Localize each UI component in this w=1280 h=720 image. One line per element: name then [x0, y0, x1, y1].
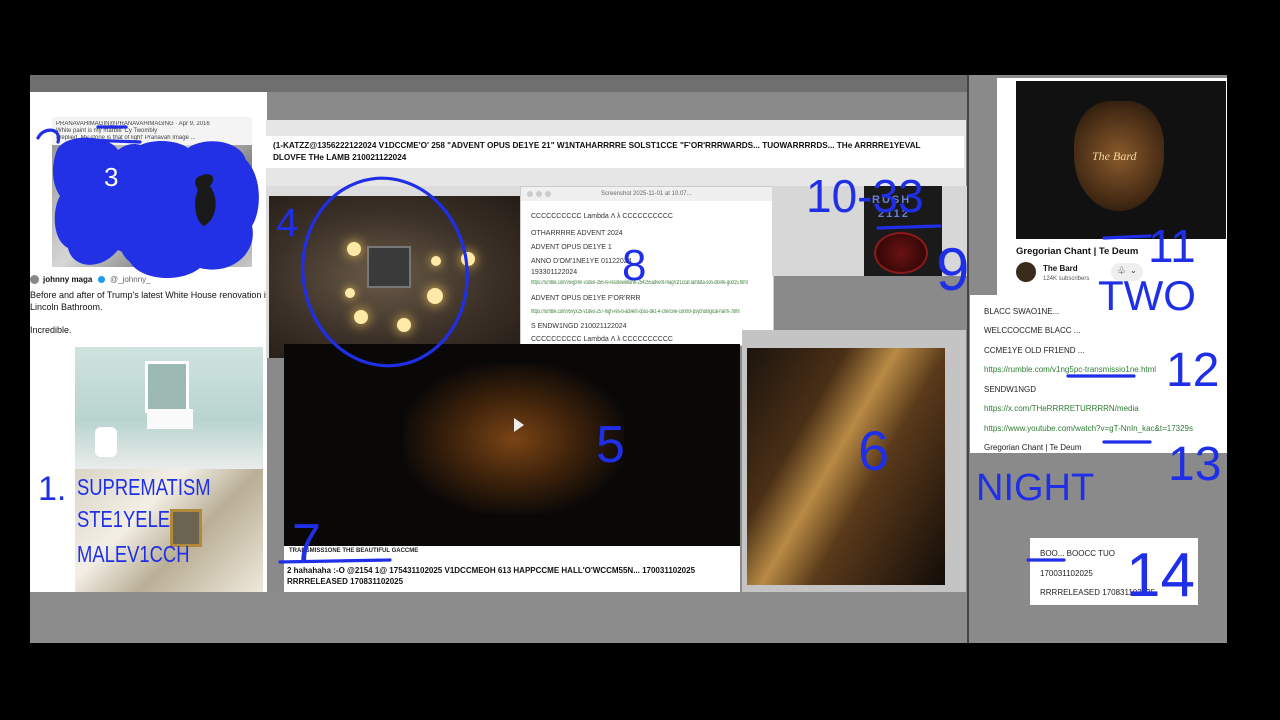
hand-number-12: 12 [1166, 344, 1219, 397]
hand-number-4: 4 [276, 201, 298, 245]
ink-blob-right [115, 140, 259, 279]
ink-line-11 [1102, 234, 1152, 240]
hand-number-13: 13 [1168, 438, 1221, 491]
hand-number-10-33: 10-33 [806, 170, 924, 222]
hand-number-14: 14 [1126, 541, 1195, 610]
ink-line-9 [876, 224, 942, 230]
hand-word-night: NIGHT [976, 467, 1094, 509]
hand-number-5: 5 [596, 416, 625, 474]
hand-number-9: 9 [936, 236, 969, 303]
ink-underline-7 [278, 558, 392, 564]
hand-number-1: 1. [38, 470, 66, 508]
ink-stroke-top [84, 138, 142, 144]
ink-circle-candles [301, 176, 469, 368]
hand-number-3: 3 [104, 162, 118, 192]
hand-number-11: 11 [1148, 220, 1196, 272]
handwriting-layer: 1. 3 4 5 6 7 8 9 10-33 11 TWO 12 13 NIGH… [36, 125, 1221, 610]
hand-number-6: 6 [858, 419, 889, 482]
hand-word-two: TWO [1098, 272, 1196, 319]
ink-mark-2 [36, 128, 61, 144]
hand-number-8: 8 [622, 241, 646, 290]
